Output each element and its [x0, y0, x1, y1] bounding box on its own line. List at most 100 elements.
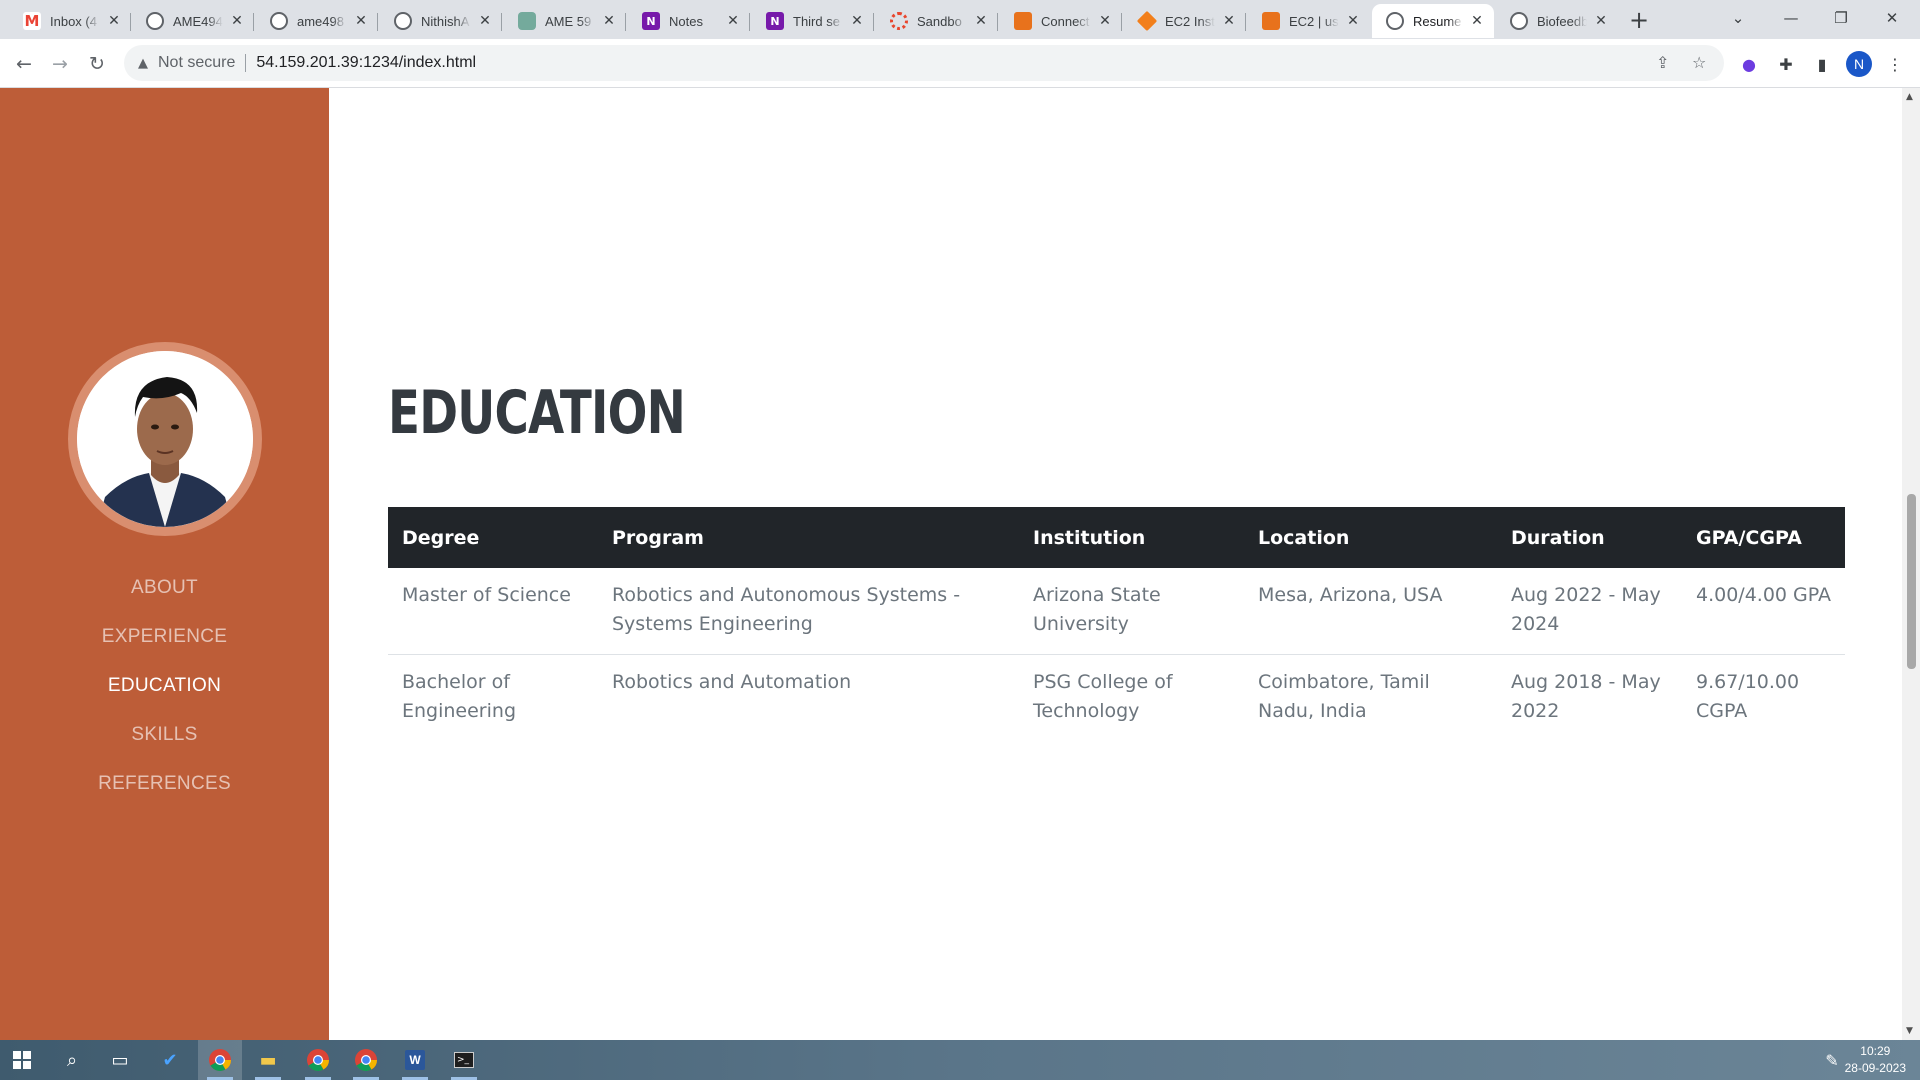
tab-divider	[749, 13, 750, 31]
nav-experience[interactable]: EXPERIENCE	[0, 612, 329, 661]
clock-date: 28-09-2023	[1844, 1061, 1906, 1075]
close-icon[interactable]: ✕	[1592, 13, 1610, 29]
forward-button[interactable]: →	[44, 48, 76, 80]
chrome-profile2-icon[interactable]	[344, 1040, 388, 1080]
institution-cell: Arizona State University	[1019, 568, 1244, 655]
scroll-down-icon[interactable]: ▼	[1906, 1026, 1913, 1036]
tab-title: EC2 Inst	[1165, 13, 1215, 29]
column-header: Duration	[1497, 507, 1682, 568]
task-view-icon[interactable]: ▭	[98, 1040, 142, 1080]
close-icon[interactable]: ✕	[476, 13, 494, 29]
windows-start-icon[interactable]	[0, 1040, 44, 1080]
tab-sandbox[interactable]: Sandbo ✕	[876, 4, 998, 38]
nav-about[interactable]: ABOUT	[0, 563, 329, 612]
address-bar[interactable]: ▲ Not secure 54.159.201.39:1234/index.ht…	[124, 45, 1724, 81]
reload-button[interactable]: ↻	[81, 48, 113, 80]
tab-ec2-us[interactable]: EC2 | us ✕	[1248, 4, 1370, 38]
windows-taskbar: ⌕ ▭ ✔ ▬ W >_ ✎ 10:29 28-09-2023	[0, 1040, 1920, 1080]
table-row: Bachelor of Engineering Robotics and Aut…	[388, 655, 1845, 742]
person-portrait	[77, 351, 253, 527]
new-tab-button[interactable]: +	[1624, 6, 1654, 34]
nav-skills[interactable]: SKILLS	[0, 710, 329, 759]
column-header: Institution	[1019, 507, 1244, 568]
search-icon[interactable]: ⌕	[50, 1040, 94, 1080]
tab-title: AME 59	[545, 13, 592, 29]
tab-nithish[interactable]: NithishA ✕	[380, 4, 502, 38]
tab-biofeedback[interactable]: Biofeedb ✕	[1496, 4, 1618, 38]
todo-icon[interactable]: ✔	[148, 1040, 192, 1080]
tab-title: Connect	[1041, 13, 1090, 29]
sidebar-nav: ABOUT EXPERIENCE EDUCATION SKILLS REFERE…	[0, 563, 329, 808]
close-icon[interactable]: ✕	[1096, 13, 1114, 29]
close-icon[interactable]: ✕	[972, 13, 990, 29]
nav-education[interactable]: EDUCATION	[0, 661, 329, 710]
onenote-icon: N	[766, 12, 784, 30]
tab-connect[interactable]: Connect ✕	[1000, 4, 1122, 38]
github-icon	[146, 12, 164, 30]
close-icon[interactable]: ✕	[724, 13, 742, 29]
globe-icon	[1386, 12, 1404, 30]
table-row: Master of Science Robotics and Autonomou…	[388, 568, 1845, 655]
terminal-icon[interactable]: >_	[442, 1040, 486, 1080]
close-icon[interactable]: ✕	[228, 13, 246, 29]
sidebar: ABOUT EXPERIENCE EDUCATION SKILLS REFERE…	[0, 88, 329, 1040]
restore-button[interactable]: ❐	[1818, 0, 1864, 36]
extension-icon[interactable]: ●	[1737, 52, 1761, 76]
chrome-icon[interactable]	[198, 1040, 242, 1080]
menu-kebab-icon[interactable]: ⋮	[1883, 52, 1907, 76]
column-header: GPA/CGPA	[1682, 507, 1845, 568]
close-icon[interactable]: ✕	[600, 13, 618, 29]
column-header: Location	[1244, 507, 1497, 568]
tab-resume[interactable]: Resume ✕	[1372, 4, 1494, 38]
nav-references[interactable]: REFERENCES	[0, 759, 329, 808]
browser-toolbar: ← → ↻ ▲ Not secure 54.159.201.39:1234/in…	[0, 39, 1920, 88]
side-panel-icon[interactable]: ▮	[1810, 52, 1834, 76]
url-text[interactable]: 54.159.201.39:1234/index.html	[256, 54, 476, 72]
bookmark-star-icon[interactable]: ☆	[1692, 53, 1706, 72]
gmail-icon: M	[23, 12, 41, 30]
page-scrollbar[interactable]: ▲ ▼	[1902, 88, 1920, 1040]
tab-ec2-instances[interactable]: EC2 Inst ✕	[1124, 4, 1246, 38]
close-icon[interactable]: ✕	[848, 13, 866, 29]
aws-icon	[1014, 12, 1032, 30]
tab-notes[interactable]: N Notes ✕	[628, 4, 750, 38]
close-icon[interactable]: ✕	[105, 13, 123, 29]
tab-ame494[interactable]: AME494 ✕	[132, 4, 254, 38]
close-icon[interactable]: ✕	[352, 13, 370, 29]
clock-time: 10:29	[1860, 1044, 1891, 1058]
security-label[interactable]: Not secure	[158, 54, 235, 72]
file-explorer-icon[interactable]: ▬	[246, 1040, 290, 1080]
section-heading: EDUCATION	[388, 378, 686, 448]
minimize-button[interactable]: —	[1768, 0, 1814, 36]
gpa-cell: 4.00/4.00 GPA	[1682, 568, 1845, 655]
tab-third-sem[interactable]: N Third se ✕	[752, 4, 874, 38]
terminal-logo: >_	[454, 1052, 474, 1068]
warning-icon[interactable]: ▲	[138, 56, 148, 71]
tab-search-chevron-icon[interactable]: ⌄	[1715, 0, 1761, 36]
tab-divider	[1245, 13, 1246, 31]
share-icon[interactable]: ⇪	[1656, 53, 1669, 72]
profile-avatar[interactable]: N	[1846, 51, 1872, 77]
scrollbar-thumb[interactable]	[1907, 494, 1916, 669]
github-icon	[1510, 12, 1528, 30]
tab-title: Notes	[669, 13, 703, 29]
tab-gmail[interactable]: M Inbox (4 ✕	[9, 4, 131, 38]
chrome-logo	[307, 1049, 329, 1071]
chrome-profile-icon[interactable]	[296, 1040, 340, 1080]
word-icon[interactable]: W	[393, 1040, 437, 1080]
scroll-up-icon[interactable]: ▲	[1906, 92, 1913, 102]
back-button[interactable]: ←	[8, 48, 40, 80]
tab-divider	[377, 13, 378, 31]
close-icon[interactable]: ✕	[1220, 13, 1238, 29]
duration-cell: Aug 2022 - May 2024	[1497, 568, 1682, 655]
tab-ame59[interactable]: AME 59 ✕	[504, 4, 626, 38]
close-window-button[interactable]: ✕	[1869, 0, 1915, 36]
tab-ame498[interactable]: ame498 ✕	[256, 4, 378, 38]
close-icon[interactable]: ✕	[1344, 13, 1362, 29]
tab-strip: M Inbox (4 ✕ AME494 ✕ ame498 ✕ NithishA …	[0, 0, 1920, 39]
extensions-puzzle-icon[interactable]: ✚	[1774, 52, 1798, 76]
close-icon[interactable]: ✕	[1468, 13, 1486, 29]
tab-divider	[501, 13, 502, 31]
system-clock[interactable]: 10:29 28-09-2023	[1845, 1043, 1906, 1077]
tab-title: Third se	[793, 13, 840, 29]
